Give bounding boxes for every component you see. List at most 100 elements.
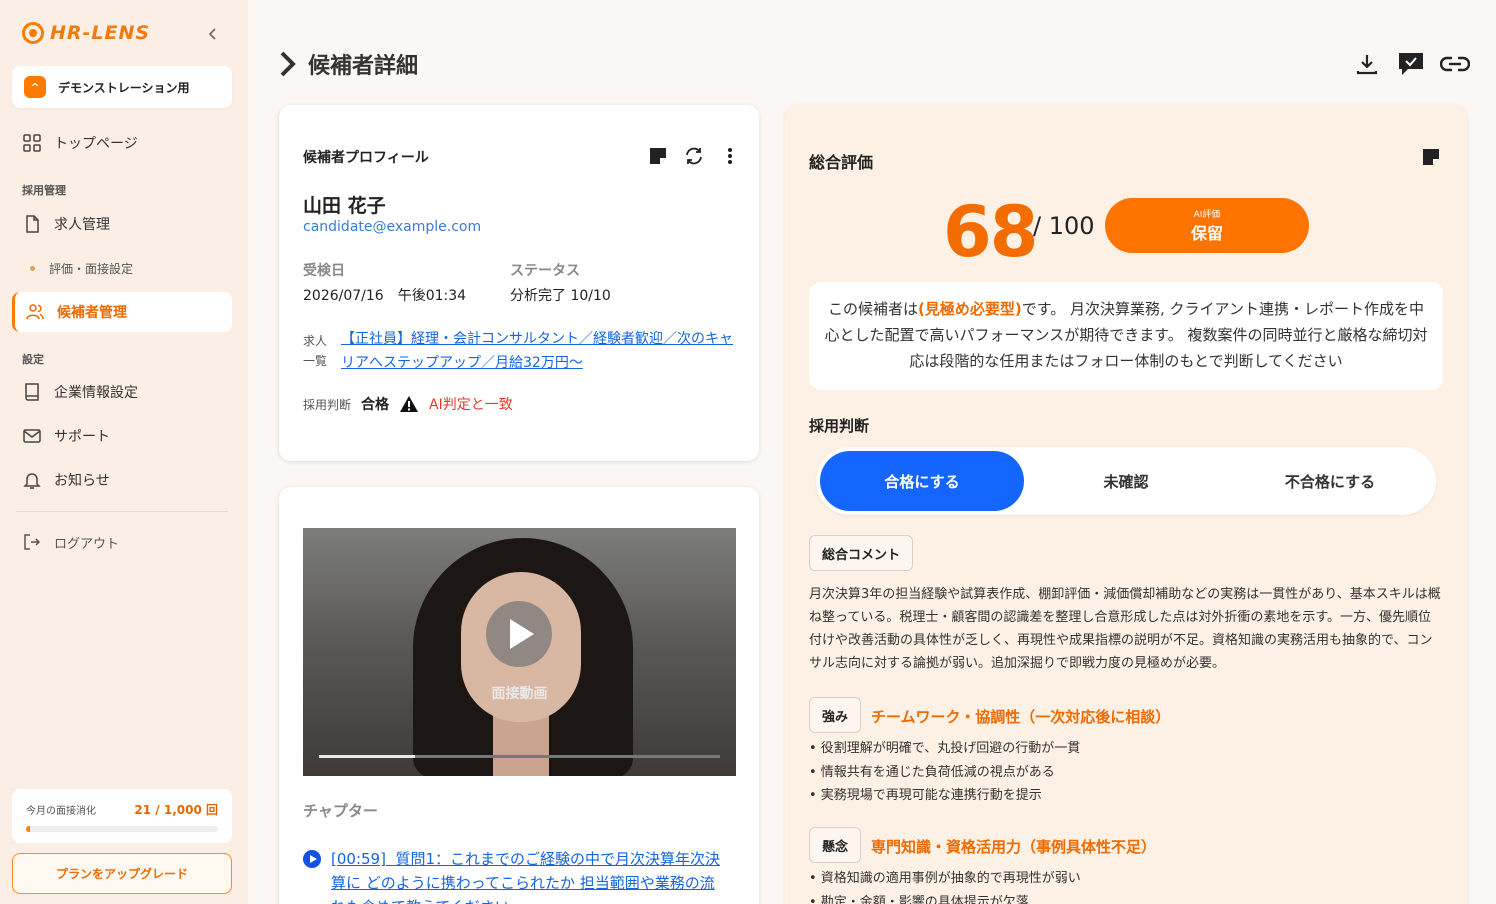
download-button[interactable]: [1352, 48, 1382, 80]
logo-text: HR-LENS: [50, 22, 151, 44]
chevron-right-icon: [280, 51, 296, 77]
chevron-left-icon: [208, 28, 216, 40]
sidebar-item-label: トップページ: [54, 136, 138, 152]
usage-progress-fill: [26, 826, 31, 832]
feedback-button[interactable]: [1396, 48, 1426, 80]
sidebar-item-label: 評価・面接設定: [49, 262, 134, 276]
overall-evaluation-card: 総合評価 68 / 100 AI評価 保留 この候補者は(見極め必要型)です。 …: [785, 105, 1467, 904]
decision-segmented-control: 合格にする 未確認 不合格にする: [816, 447, 1436, 515]
sidebar-item-label: お知らせ: [54, 473, 110, 489]
chapter-link[interactable]: [00:59] 質問1：これまでのご経験の中で月次決算年次決算に どのように携わ…: [331, 847, 723, 904]
chapter-text: 質問1：これまでのご経験の中で月次決算年次決算に どのように携わってこられたか …: [331, 850, 721, 904]
reject-option[interactable]: 不合格にする: [1228, 451, 1432, 511]
share-link-button[interactable]: [1440, 48, 1470, 80]
sidebar-item-label: ログアウト: [54, 536, 120, 552]
concern-title: 専門知識・資格活用力（事例具体性不足）: [871, 838, 1157, 856]
workspace-name: デモンストレーション用: [58, 80, 190, 95]
score-max: / 100: [1033, 212, 1095, 240]
refresh-button[interactable]: [683, 145, 705, 167]
overall-comment: 月次決算3年の担当経験や試算表作成、棚卸評価・減価償却補助などの実務は一貫性があ…: [809, 587, 1441, 671]
logout-icon: [24, 534, 41, 550]
logo-icon: [22, 22, 44, 44]
interview-video-card: 面接動画 チャプター [00:59] 質問1：これまでのご経験の中で月次決算年次…: [279, 487, 759, 904]
page-header: 候補者詳細: [276, 48, 418, 80]
decision-heading: 採用判断: [809, 417, 870, 435]
list-item: • 役割理解が明確で、丸投げ回避の行動が一貫: [809, 741, 1081, 756]
header-actions: [1352, 48, 1470, 80]
mail-icon: [23, 429, 41, 443]
status-value: 分析完了 10/10: [510, 288, 611, 304]
job-link[interactable]: 【正社員】経理・会計コンサルタント／経験者歓迎／次のキャリアへステップアップ／月…: [341, 327, 736, 375]
section-label-recruit: 採用管理: [22, 184, 66, 197]
video-player[interactable]: 面接動画: [303, 528, 736, 776]
video-seek-fill: [319, 755, 416, 758]
chevron-up-icon: ^: [24, 76, 46, 98]
sidebar-item-company[interactable]: 企業情報設定: [12, 372, 232, 412]
candidate-email[interactable]: candidate@example.com: [303, 219, 481, 235]
concern-list: • 資格知識の適用事例が抽象的で再現性が弱い • 勘定・金額・影響の具体提示が欠…: [809, 867, 1081, 904]
concern-tag: 懸念: [809, 827, 862, 863]
sidebar-subitem-eval-settings[interactable]: 評価・面接設定: [30, 260, 133, 277]
refresh-icon: [686, 147, 702, 165]
sidebar-item-label: 候補者管理: [57, 305, 127, 321]
document-icon: [26, 215, 39, 233]
unconfirmed-option[interactable]: 未確認: [1024, 451, 1228, 511]
sidebar-item-label: サポート: [54, 429, 110, 445]
bullet-icon: [30, 266, 35, 271]
link-icon: [1440, 56, 1470, 72]
received-label: 受検日: [303, 263, 345, 279]
play-circle-icon: [303, 850, 321, 868]
ai-evaluation-badge: AI評価 保留: [1105, 198, 1309, 253]
sidebar-item-jobs[interactable]: 求人管理: [12, 204, 232, 244]
play-icon: [510, 619, 534, 649]
chapter-heading: チャプター: [303, 802, 378, 820]
list-item: • 情報共有を通じた負荷低減の視点がある: [809, 764, 1055, 780]
sidebar-item-support[interactable]: サポート: [12, 416, 232, 456]
logout-button[interactable]: ログアウト: [12, 522, 232, 562]
usage-card: 今月の面接消化 21 / 1,000 回: [12, 789, 232, 843]
sidebar-item-notices[interactable]: お知らせ: [12, 460, 232, 500]
chapter-item[interactable]: [00:59] 質問1：これまでのご経験の中で月次決算年次決算に どのように携わ…: [303, 847, 723, 904]
decision-row: 採用判断 合格 AI判定と一致: [303, 394, 513, 414]
list-item: • 実務現場で再現可能な連携行動を提示: [809, 788, 1042, 803]
usage-value: 21 / 1,000 回: [134, 803, 218, 817]
candidate-profile-card: 候補者プロフィール 山田 花子 candidate@example.com 受検…: [279, 105, 759, 461]
chapter-time: [00:59]: [331, 850, 386, 868]
sidebar-item-label: 企業情報設定: [54, 385, 138, 401]
chat-check-icon: [1399, 53, 1423, 75]
sidebar-item-top[interactable]: トップページ: [12, 123, 232, 163]
workspace-selector[interactable]: ^ デモンストレーション用: [12, 66, 232, 108]
logo[interactable]: HR-LENS: [22, 22, 150, 44]
sidebar-item-candidates[interactable]: 候補者管理: [12, 292, 232, 332]
strength-tag: 強み: [809, 697, 862, 733]
page-title: 候補者詳細: [308, 54, 419, 79]
decision-ai-match: AI判定と一致: [429, 397, 513, 413]
evaluation-summary: この候補者は(見極め必要型)です。 月次決算業務, クライアント連携・レポート作…: [809, 282, 1443, 390]
usage-progress-bar: [26, 826, 218, 832]
note-icon: [1423, 149, 1439, 165]
summary-type-highlight: (見極め必要型): [918, 300, 1022, 318]
copy-evaluation-button[interactable]: [1421, 147, 1445, 171]
pass-option[interactable]: 合格にする: [820, 451, 1024, 511]
profile-heading: 候補者プロフィール: [303, 150, 429, 166]
bell-icon: [23, 473, 41, 489]
collapse-sidebar-button[interactable]: [205, 24, 223, 46]
note-icon: [650, 148, 666, 164]
score-value: 68: [943, 191, 1038, 273]
play-button[interactable]: [486, 601, 552, 667]
upgrade-plan-button[interactable]: プランをアップグレード: [12, 853, 232, 894]
book-icon: [25, 383, 39, 401]
warning-icon: [400, 396, 419, 412]
section-label-settings: 設定: [22, 353, 44, 366]
video-seek-bar[interactable]: [319, 755, 720, 758]
more-menu-button[interactable]: [719, 145, 741, 167]
grid-icon: [23, 134, 41, 152]
strength-title: チームワーク・協調性（一次対応後に相談）: [871, 708, 1171, 726]
list-item: • 資格知識の適用事例が抽象的で再現性が弱い: [809, 871, 1081, 886]
more-vertical-icon: [728, 148, 732, 164]
profile-actions: [647, 145, 741, 167]
ai-evaluation-label: AI評価: [1193, 210, 1221, 220]
sidebar-item-label: 求人管理: [54, 217, 110, 233]
copy-button[interactable]: [647, 145, 669, 167]
comment-tag: 総合コメント: [809, 535, 914, 571]
